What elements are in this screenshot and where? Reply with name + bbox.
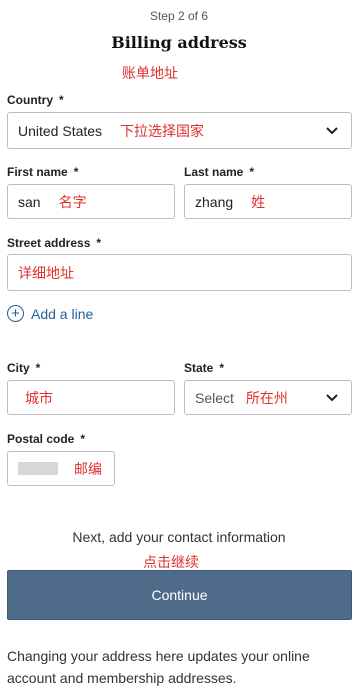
state-label-text: State	[184, 361, 214, 375]
add-line-label: Add a line	[31, 305, 94, 322]
last-name-label: Last name *	[184, 165, 254, 179]
state-select[interactable]: Select 所在州	[184, 380, 352, 415]
required-mark: *	[35, 361, 41, 375]
plus-circle-icon: +	[7, 305, 24, 322]
city-annotation: 城市	[25, 389, 53, 406]
title-annotation: 账单地址	[122, 65, 178, 81]
street-address-label-text: Street address	[7, 236, 91, 250]
last-name-label-text: Last name	[184, 165, 244, 179]
country-label: Country *	[7, 93, 64, 107]
state-label: State *	[184, 361, 224, 375]
street-address-annotation: 详细地址	[18, 264, 74, 281]
state-annotation: 所在州	[245, 389, 288, 406]
street-address-label: Street address *	[7, 236, 101, 250]
state-select-value: Select	[195, 389, 234, 406]
country-select-value: United States	[18, 122, 103, 139]
city-label: City *	[7, 361, 40, 375]
country-annotation: 下拉选择国家	[120, 122, 205, 139]
required-mark: *	[73, 165, 79, 179]
step-indicator: Step 2 of 6	[149, 9, 209, 23]
postal-code-label: Postal code *	[7, 432, 85, 446]
postal-code-label-text: Postal code	[7, 432, 75, 446]
page-title: Billing address	[111, 33, 247, 52]
first-name-value: san	[18, 193, 41, 210]
chevron-down-icon	[326, 126, 338, 134]
first-name-annotation: 名字	[58, 193, 87, 210]
continue-button[interactable]: Continue	[7, 570, 352, 620]
country-select[interactable]: United States 下拉选择国家	[7, 112, 352, 149]
next-step-text: Next, add your contact information	[72, 529, 286, 545]
country-label-text: Country	[7, 93, 53, 107]
first-name-field[interactable]: san 名字	[7, 184, 175, 219]
required-mark: *	[80, 432, 86, 446]
required-mark: *	[219, 361, 225, 375]
add-line-link[interactable]: + Add a line	[7, 305, 93, 322]
street-address-field[interactable]: 详细地址	[7, 254, 352, 291]
chevron-down-icon	[326, 393, 338, 401]
first-name-label-text: First name	[7, 165, 68, 179]
address-update-notice: Changing your address here updates your …	[7, 648, 310, 686]
postal-code-field[interactable]: 邮编	[7, 451, 115, 486]
last-name-value: zhang	[195, 193, 234, 210]
first-name-label: First name *	[7, 165, 78, 179]
continue-annotation: 点击继续	[143, 554, 199, 570]
postal-code-annotation: 邮编	[74, 460, 102, 477]
required-mark: *	[249, 165, 255, 179]
required-mark: *	[59, 93, 64, 107]
city-field[interactable]: 城市	[7, 380, 175, 415]
last-name-annotation: 姓	[251, 193, 266, 210]
required-mark: *	[96, 236, 102, 250]
blurred-postal-value	[18, 462, 58, 475]
last-name-field[interactable]: zhang 姓	[184, 184, 352, 219]
city-label-text: City	[7, 361, 30, 375]
